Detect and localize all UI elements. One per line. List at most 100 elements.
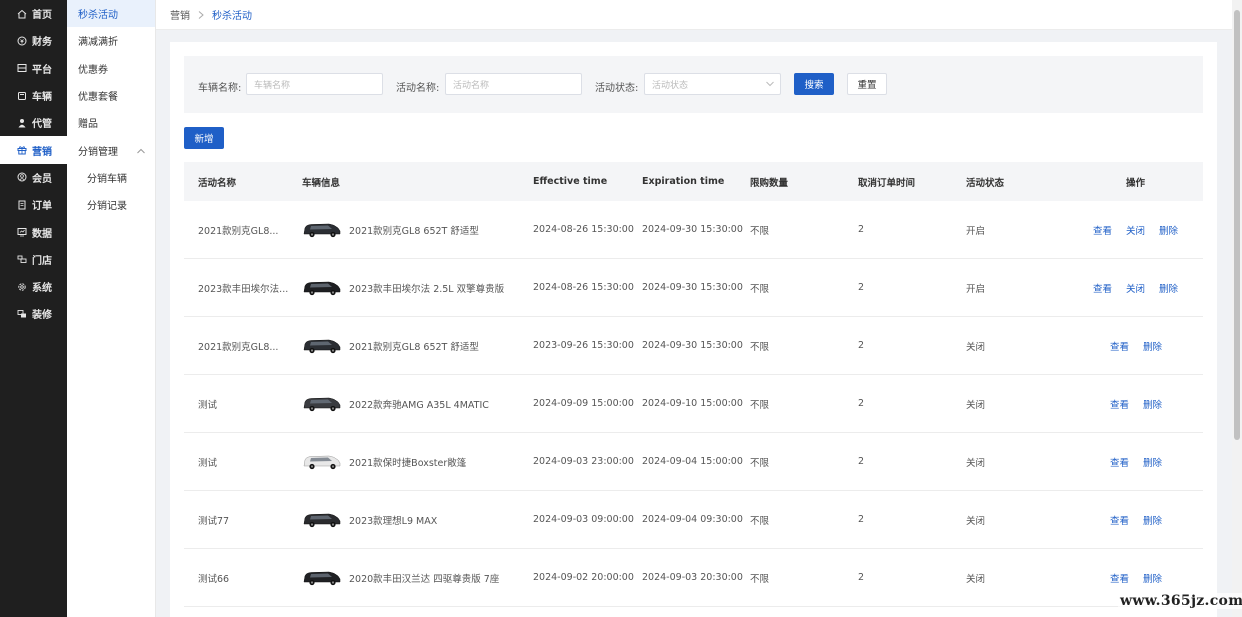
vehicle-info-cell: 2021款别克GL8 652T 舒适型: [302, 201, 479, 258]
page-scrollbar[interactable]: [1232, 0, 1242, 617]
subnav-item[interactable]: 满减满折: [67, 27, 155, 54]
cancel-time-cell: 2: [858, 572, 865, 583]
effective-time-cell: 2024-08-26 15:30:00: [533, 282, 634, 293]
cancel-time-cell: 2: [858, 456, 865, 467]
activity-name-input[interactable]: 活动名称: [445, 73, 582, 95]
nav-item-order[interactable]: 订单: [0, 191, 67, 218]
nav-item-label: 系统: [32, 283, 52, 295]
vehicle-info-cell: 2023款丰田埃尔法 2.5L 双擎尊贵版: [302, 259, 504, 316]
expiration-time-cell: 2024-09-04 09:30:00: [642, 514, 743, 525]
nav-item-label: 会员: [32, 173, 52, 185]
activity-name-label: 活动名称:: [396, 83, 440, 94]
subnav-item[interactable]: 秒杀活动: [67, 0, 155, 28]
nav-item-decorate[interactable]: 装修: [0, 300, 67, 327]
nav-item-gift[interactable]: 营销: [0, 136, 67, 164]
status-cell: 关闭: [966, 341, 986, 353]
car-thumbnail-icon: [303, 513, 341, 527]
header-effective-time: Effective time: [533, 176, 608, 187]
subnav-child-item[interactable]: 分销车辆: [67, 164, 155, 191]
limit-cell: 不限: [750, 457, 770, 469]
car-thumbnail-icon: [303, 281, 341, 295]
view-link[interactable]: 查看: [1093, 223, 1112, 237]
expiration-time-cell: 2024-09-30 15:30:00: [642, 282, 743, 293]
breadcrumb-parent[interactable]: 营销: [170, 7, 190, 22]
subnav-item-label: 优惠券: [78, 64, 108, 76]
view-link[interactable]: 查看: [1110, 397, 1129, 411]
chevron-right-icon: [198, 10, 204, 19]
subnav-item[interactable]: 优惠券: [67, 55, 155, 82]
actions-cell: 查看 删除: [1110, 491, 1162, 548]
order-icon: [17, 200, 27, 210]
view-link[interactable]: 查看: [1110, 513, 1129, 527]
delete-link[interactable]: 删除: [1143, 513, 1162, 527]
subnav-item[interactable]: 赠品: [67, 109, 155, 136]
delete-link[interactable]: 删除: [1159, 223, 1178, 237]
delete-link[interactable]: 删除: [1143, 339, 1162, 353]
nav-item-label: 车辆: [32, 92, 52, 104]
chevron-up-icon: [137, 146, 145, 154]
subnav-item[interactable]: 优惠套餐: [67, 82, 155, 109]
nav-item-home[interactable]: 首页: [0, 0, 67, 27]
header-status: 活动状态: [966, 177, 1005, 189]
car-thumbnail-icon: [303, 397, 341, 411]
search-button[interactable]: 搜索: [794, 73, 834, 95]
subnav-child-item[interactable]: 分销记录: [67, 191, 155, 218]
main-sidebar: 首页 财务 平台车辆代管营销会员订单数据门店系统装修: [0, 0, 67, 617]
breadcrumb: 营销 秒杀活动: [156, 0, 1232, 30]
nav-item-member[interactable]: 会员: [0, 164, 67, 191]
data-icon: [17, 227, 27, 237]
nav-item-label: 营销: [32, 146, 52, 158]
status-cell: 开启: [966, 225, 986, 237]
nav-item-agent[interactable]: 代管: [0, 109, 67, 136]
vehicle-name-text: 2020款丰田汉兰达 四驱尊贵版 7座: [349, 573, 500, 585]
expiration-time-cell: 2024-09-03 20:30:00: [642, 572, 743, 583]
nav-item-vehicle[interactable]: 车辆: [0, 82, 67, 109]
nav-item-label: 门店: [32, 255, 52, 267]
header-limit: 限购数量: [750, 177, 789, 189]
status-cell: 关闭: [966, 515, 986, 527]
subnav-item-label: 分销管理: [78, 146, 118, 158]
vehicle-icon: [17, 91, 27, 101]
nav-item-system[interactable]: 系统: [0, 273, 67, 300]
close-link[interactable]: 关闭: [1126, 223, 1145, 237]
delete-link[interactable]: 删除: [1143, 571, 1162, 585]
limit-cell: 不限: [750, 573, 770, 585]
decorate-icon: [17, 309, 27, 319]
view-link[interactable]: 查看: [1110, 339, 1129, 353]
nav-item-finance[interactable]: 财务: [0, 27, 67, 54]
delete-link[interactable]: 删除: [1143, 455, 1162, 469]
activity-status-select[interactable]: 活动状态: [644, 73, 781, 95]
close-link[interactable]: 关闭: [1126, 281, 1145, 295]
vehicle-info-cell: 2021款别克GL8 652T 舒适型: [302, 317, 479, 374]
subnav-item[interactable]: 分销管理: [67, 136, 155, 163]
delete-link[interactable]: 删除: [1143, 397, 1162, 411]
reset-button[interactable]: 重置: [847, 73, 887, 95]
vehicle-name-text: 2023款丰田埃尔法 2.5L 双擎尊贵版: [349, 283, 505, 295]
expiration-time-cell: 2024-09-30 15:30:00: [642, 224, 743, 235]
nav-item-platform[interactable]: 平台: [0, 55, 67, 82]
car-thumbnail-icon: [303, 571, 341, 585]
add-button[interactable]: 新增: [184, 127, 224, 149]
effective-time-cell: 2024-08-26 15:30:00: [533, 224, 634, 235]
vehicle-name-input[interactable]: 车辆名称: [246, 73, 383, 95]
actions-cell: 查看 删除: [1110, 375, 1162, 432]
nav-item-store[interactable]: 门店: [0, 246, 67, 273]
table-row: 测试 2021款保时捷Boxster敞篷 2024-09-03 23:00:00 20…: [184, 433, 1203, 491]
status-cell: 关闭: [966, 399, 986, 411]
effective-time-cell: 2023-09-26 15:30:00: [533, 340, 634, 351]
gift-icon: [17, 145, 27, 155]
delete-link[interactable]: 删除: [1159, 281, 1178, 295]
view-link[interactable]: 查看: [1093, 281, 1112, 295]
view-link[interactable]: 查看: [1110, 571, 1129, 585]
activity-status-placeholder: 活动状态: [652, 80, 689, 91]
actions-cell: 查看 关闭 删除: [1093, 201, 1178, 258]
expiration-time-cell: 2024-09-10 15:00:00: [642, 398, 743, 409]
vehicle-info-cell: 2021款保时捷Boxster敞篷: [302, 433, 466, 490]
view-link[interactable]: 查看: [1110, 455, 1129, 469]
vehicle-info-cell: 2020款丰田汉兰达 四驱尊贵版 7座: [302, 549, 499, 606]
nav-item-label: 数据: [32, 228, 52, 240]
cancel-time-cell: 2: [858, 340, 865, 351]
actions-cell: 查看 关闭 删除: [1093, 259, 1178, 316]
nav-item-data[interactable]: 数据: [0, 218, 67, 245]
scrollbar-thumb[interactable]: [1234, 10, 1240, 440]
